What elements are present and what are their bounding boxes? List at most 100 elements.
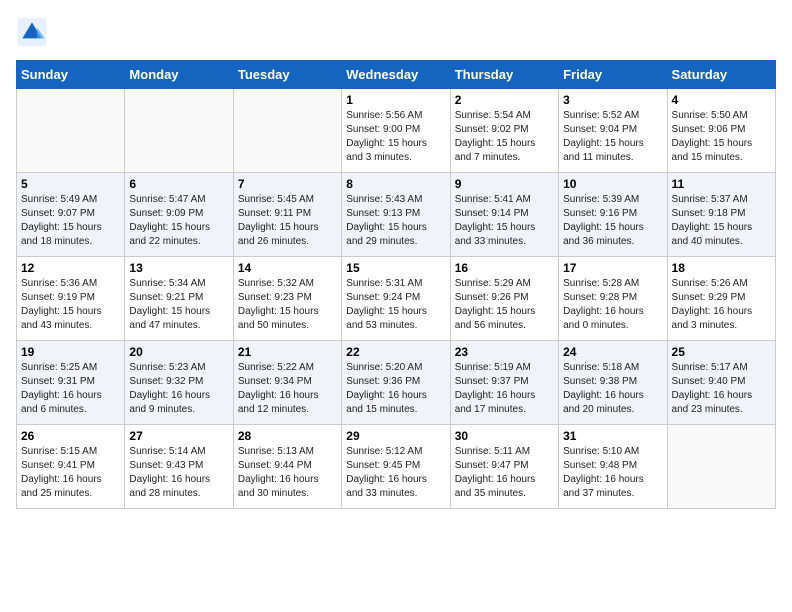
day-info: Sunrise: 5:20 AM Sunset: 9:36 PM Dayligh…	[346, 361, 445, 417]
header-row: SundayMondayTuesdayWednesdayThursdayFrid…	[17, 61, 776, 89]
calendar-cell: 20 Sunrise: 5:23 AM Sunset: 9:32 PM Dayli…	[125, 341, 233, 425]
day-number: 25	[672, 345, 771, 359]
calendar-body: 1 Sunrise: 5:56 AM Sunset: 9:00 PM Daylig…	[17, 89, 776, 509]
day-info: Sunrise: 5:11 AM Sunset: 9:47 PM Dayligh…	[455, 445, 554, 501]
calendar-table: SundayMondayTuesdayWednesdayThursdayFrid…	[16, 60, 776, 509]
calendar-cell: 26 Sunrise: 5:15 AM Sunset: 9:41 PM Dayli…	[17, 425, 125, 509]
page-header	[16, 16, 776, 48]
day-number: 28	[238, 429, 337, 443]
calendar-cell: 14Sunrise: 5:32 AM Sunset: 9:23 PM Dayli…	[233, 257, 341, 341]
day-number: 6	[129, 177, 228, 191]
cell-content: 12Sunrise: 5:36 AM Sunset: 9:19 PM Dayli…	[21, 261, 120, 336]
day-info: Sunrise: 5:36 AM Sunset: 9:19 PM Dayligh…	[21, 277, 120, 333]
day-number: 16	[455, 261, 554, 275]
day-info: Sunrise: 5:10 AM Sunset: 9:48 PM Dayligh…	[563, 445, 662, 501]
day-info: Sunrise: 5:49 AM Sunset: 9:07 PM Dayligh…	[21, 193, 120, 249]
calendar-cell: 17 Sunrise: 5:28 AM Sunset: 9:28 PM Dayli…	[559, 257, 667, 341]
logo	[16, 16, 52, 48]
day-info: Sunrise: 5:47 AM Sunset: 9:09 PM Dayligh…	[129, 193, 228, 249]
day-number: 20	[129, 345, 228, 359]
day-number: 30	[455, 429, 554, 443]
day-info: Sunrise: 5:15 AM Sunset: 9:41 PM Dayligh…	[21, 445, 120, 501]
cell-content: 2Sunrise: 5:54 AM Sunset: 9:02 PM Daylig…	[455, 93, 554, 168]
cell-content: 20 Sunrise: 5:23 AM Sunset: 9:32 PM Dayli…	[129, 345, 228, 420]
day-info: Sunrise: 5:45 AM Sunset: 9:11 PM Dayligh…	[238, 193, 337, 249]
cell-content: 18 Sunrise: 5:26 AM Sunset: 9:29 PM Dayli…	[672, 261, 771, 336]
day-info: Sunrise: 5:50 AM Sunset: 9:06 PM Dayligh…	[672, 109, 771, 165]
cell-content: 9 Sunrise: 5:41 AM Sunset: 9:14 PM Daylig…	[455, 177, 554, 252]
calendar-cell: 25Sunrise: 5:17 AM Sunset: 9:40 PM Dayli…	[667, 341, 775, 425]
calendar-cell: 29 Sunrise: 5:12 AM Sunset: 9:45 PM Dayli…	[342, 425, 450, 509]
calendar-cell: 22 Sunrise: 5:20 AM Sunset: 9:36 PM Dayli…	[342, 341, 450, 425]
day-info: Sunrise: 5:25 AM Sunset: 9:31 PM Dayligh…	[21, 361, 120, 417]
day-number: 8	[346, 177, 445, 191]
day-number: 13	[129, 261, 228, 275]
day-info: Sunrise: 5:14 AM Sunset: 9:43 PM Dayligh…	[129, 445, 228, 501]
calendar-cell: 4 Sunrise: 5:50 AM Sunset: 9:06 PM Daylig…	[667, 89, 775, 173]
day-info: Sunrise: 5:23 AM Sunset: 9:32 PM Dayligh…	[129, 361, 228, 417]
cell-content: 6 Sunrise: 5:47 AM Sunset: 9:09 PM Daylig…	[129, 177, 228, 252]
day-info: Sunrise: 5:29 AM Sunset: 9:26 PM Dayligh…	[455, 277, 554, 333]
day-info: Sunrise: 5:32 AM Sunset: 9:23 PM Dayligh…	[238, 277, 337, 333]
day-number: 9	[455, 177, 554, 191]
day-info: Sunrise: 5:28 AM Sunset: 9:28 PM Dayligh…	[563, 277, 662, 333]
calendar-week-1: 1 Sunrise: 5:56 AM Sunset: 9:00 PM Daylig…	[17, 89, 776, 173]
calendar-cell: 9 Sunrise: 5:41 AM Sunset: 9:14 PM Daylig…	[450, 173, 558, 257]
calendar-cell: 23Sunrise: 5:19 AM Sunset: 9:37 PM Dayli…	[450, 341, 558, 425]
day-header-tuesday: Tuesday	[233, 61, 341, 89]
calendar-cell	[17, 89, 125, 173]
day-number: 26	[21, 429, 120, 443]
day-number: 11	[672, 177, 771, 191]
calendar-cell: 7Sunrise: 5:45 AM Sunset: 9:11 PM Daylig…	[233, 173, 341, 257]
day-info: Sunrise: 5:54 AM Sunset: 9:02 PM Dayligh…	[455, 109, 554, 165]
cell-content: 8 Sunrise: 5:43 AM Sunset: 9:13 PM Daylig…	[346, 177, 445, 252]
day-info: Sunrise: 5:26 AM Sunset: 9:29 PM Dayligh…	[672, 277, 771, 333]
cell-content: 7Sunrise: 5:45 AM Sunset: 9:11 PM Daylig…	[238, 177, 337, 252]
calendar-cell: 18 Sunrise: 5:26 AM Sunset: 9:29 PM Dayli…	[667, 257, 775, 341]
calendar-cell	[125, 89, 233, 173]
day-number: 22	[346, 345, 445, 359]
day-number: 31	[563, 429, 662, 443]
logo-icon	[16, 16, 48, 48]
day-info: Sunrise: 5:41 AM Sunset: 9:14 PM Dayligh…	[455, 193, 554, 249]
cell-content: 19 Sunrise: 5:25 AM Sunset: 9:31 PM Dayli…	[21, 345, 120, 420]
cell-content: 31 Sunrise: 5:10 AM Sunset: 9:48 PM Dayli…	[563, 429, 662, 504]
day-info: Sunrise: 5:39 AM Sunset: 9:16 PM Dayligh…	[563, 193, 662, 249]
day-number: 5	[21, 177, 120, 191]
cell-content: 15 Sunrise: 5:31 AM Sunset: 9:24 PM Dayli…	[346, 261, 445, 336]
day-info: Sunrise: 5:12 AM Sunset: 9:45 PM Dayligh…	[346, 445, 445, 501]
day-number: 18	[672, 261, 771, 275]
cell-content: 17 Sunrise: 5:28 AM Sunset: 9:28 PM Dayli…	[563, 261, 662, 336]
calendar-cell: 27 Sunrise: 5:14 AM Sunset: 9:43 PM Dayli…	[125, 425, 233, 509]
day-info: Sunrise: 5:31 AM Sunset: 9:24 PM Dayligh…	[346, 277, 445, 333]
day-header-sunday: Sunday	[17, 61, 125, 89]
cell-content: 4 Sunrise: 5:50 AM Sunset: 9:06 PM Daylig…	[672, 93, 771, 168]
cell-content: 11Sunrise: 5:37 AM Sunset: 9:18 PM Dayli…	[672, 177, 771, 252]
cell-content: 24Sunrise: 5:18 AM Sunset: 9:38 PM Dayli…	[563, 345, 662, 420]
day-header-thursday: Thursday	[450, 61, 558, 89]
day-number: 1	[346, 93, 445, 107]
cell-content: 27 Sunrise: 5:14 AM Sunset: 9:43 PM Dayli…	[129, 429, 228, 504]
day-header-saturday: Saturday	[667, 61, 775, 89]
cell-content: 16 Sunrise: 5:29 AM Sunset: 9:26 PM Dayli…	[455, 261, 554, 336]
day-number: 27	[129, 429, 228, 443]
day-number: 17	[563, 261, 662, 275]
cell-content: 30 Sunrise: 5:11 AM Sunset: 9:47 PM Dayli…	[455, 429, 554, 504]
cell-content: 21Sunrise: 5:22 AM Sunset: 9:34 PM Dayli…	[238, 345, 337, 420]
cell-content: 25Sunrise: 5:17 AM Sunset: 9:40 PM Dayli…	[672, 345, 771, 420]
day-header-friday: Friday	[559, 61, 667, 89]
day-number: 10	[563, 177, 662, 191]
cell-content: 26 Sunrise: 5:15 AM Sunset: 9:41 PM Dayli…	[21, 429, 120, 504]
day-number: 4	[672, 93, 771, 107]
day-number: 15	[346, 261, 445, 275]
calendar-week-4: 19 Sunrise: 5:25 AM Sunset: 9:31 PM Dayli…	[17, 341, 776, 425]
cell-content: 23Sunrise: 5:19 AM Sunset: 9:37 PM Dayli…	[455, 345, 554, 420]
day-info: Sunrise: 5:56 AM Sunset: 9:00 PM Dayligh…	[346, 109, 445, 165]
calendar-cell: 6 Sunrise: 5:47 AM Sunset: 9:09 PM Daylig…	[125, 173, 233, 257]
day-info: Sunrise: 5:34 AM Sunset: 9:21 PM Dayligh…	[129, 277, 228, 333]
day-number: 19	[21, 345, 120, 359]
calendar-week-3: 12Sunrise: 5:36 AM Sunset: 9:19 PM Dayli…	[17, 257, 776, 341]
calendar-cell: 5 Sunrise: 5:49 AM Sunset: 9:07 PM Daylig…	[17, 173, 125, 257]
day-info: Sunrise: 5:43 AM Sunset: 9:13 PM Dayligh…	[346, 193, 445, 249]
day-number: 29	[346, 429, 445, 443]
